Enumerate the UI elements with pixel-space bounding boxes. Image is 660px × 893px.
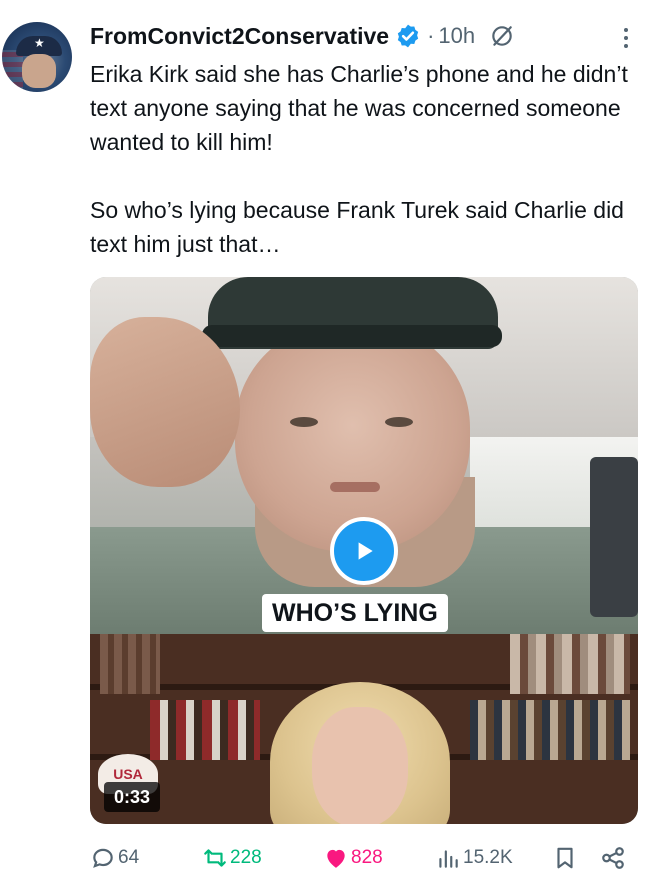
man-hat-brim (202, 325, 502, 347)
repost-button[interactable]: 228 (202, 840, 262, 876)
video-duration: 0:33 (104, 782, 161, 812)
post-paragraph: So who’s lying because Frank Turek said … (90, 197, 624, 257)
avatar-face (22, 54, 56, 88)
post-text: Erika Kirk said she has Charlie’s phone … (90, 57, 640, 261)
car-seat (590, 457, 638, 617)
repost-icon (204, 849, 226, 867)
author-avatar[interactable]: ★ (2, 22, 72, 92)
books (510, 634, 630, 694)
video-caption: WHO’S LYING (262, 594, 448, 632)
post-time[interactable]: 10h (438, 23, 475, 49)
play-icon (358, 542, 373, 560)
man-eye (290, 417, 318, 427)
share-button[interactable] (600, 840, 628, 876)
man-mouth (330, 482, 380, 492)
star-icon: ★ (34, 36, 45, 50)
grok-icon[interactable] (489, 23, 515, 49)
books (470, 700, 630, 760)
reply-icon (93, 848, 113, 868)
play-button[interactable] (330, 517, 398, 585)
repost-count: 228 (230, 847, 262, 868)
books (100, 634, 160, 694)
action-bar: 64 228 828 15.2K (0, 840, 660, 876)
views-button[interactable]: 15.2K (435, 840, 513, 876)
man-head (235, 322, 470, 552)
reply-button[interactable]: 64 (90, 840, 139, 876)
share-icon (602, 847, 624, 869)
bookmark-button[interactable] (552, 840, 580, 876)
views-count: 15.2K (463, 847, 513, 868)
man-eye (385, 417, 413, 427)
post-paragraph: Erika Kirk said she has Charlie’s phone … (90, 61, 628, 155)
woman-face (312, 707, 408, 824)
reply-count: 64 (118, 847, 140, 868)
video-player[interactable]: USA WHO’S LYING 0:33 (90, 277, 638, 824)
author-name[interactable]: FromConvict2Conservative (90, 23, 389, 50)
verified-badge-icon[interactable] (395, 23, 421, 49)
like-button[interactable]: 828 (323, 840, 383, 876)
bookmark-icon (557, 847, 573, 869)
books (150, 700, 260, 760)
like-count: 828 (351, 847, 383, 868)
views-icon (439, 850, 458, 868)
post-header: FromConvict2Conservative · 10h (90, 20, 515, 52)
header-separator: · (427, 23, 435, 48)
more-icon[interactable] (616, 26, 636, 50)
heart-icon (327, 849, 345, 868)
